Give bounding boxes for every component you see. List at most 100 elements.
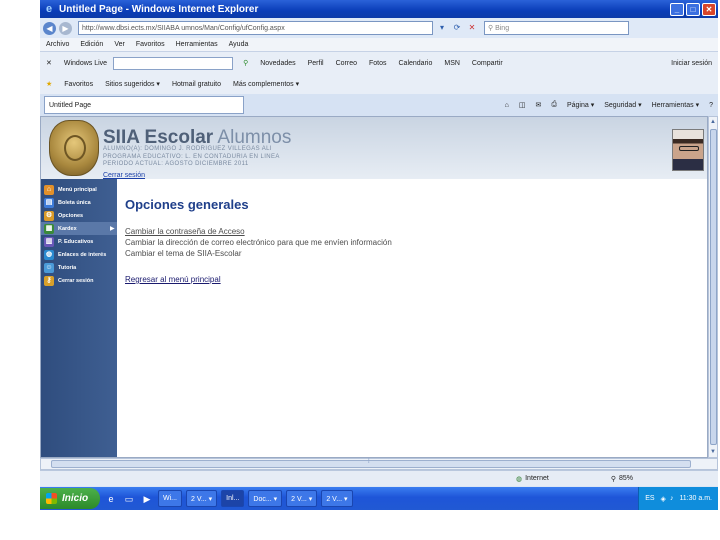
refresh-icon[interactable]: ⟳ <box>451 22 463 34</box>
search-icon: ⚲ <box>488 25 496 32</box>
back-to-main-menu-link[interactable]: Regresar al menú principal <box>125 275 685 284</box>
book-icon: ▥ <box>44 236 54 247</box>
sidebar-item-opciones[interactable]: ⚙ Opciones <box>41 209 117 222</box>
task-window-doc[interactable]: Doc... ▾ <box>248 490 283 507</box>
brand-bold: SIIA Escolar <box>103 127 214 148</box>
quicklaunch-folder-icon[interactable]: ▭ <box>122 492 136 506</box>
task-window-ie[interactable]: Inl... <box>221 490 245 507</box>
zoom-control[interactable]: ⚲ 85% <box>611 475 633 483</box>
task-label: 2 V... ▾ <box>291 495 313 503</box>
address-dropdown-icon[interactable]: ▾ <box>436 22 448 34</box>
live-item-perfil[interactable]: Perfil <box>308 60 324 67</box>
task-window-1[interactable]: Wi... <box>158 490 182 507</box>
horizontal-scrollbar[interactable]: ⁞ <box>40 458 718 470</box>
document-icon: ▤ <box>44 197 54 208</box>
start-button[interactable]: Inicio <box>40 488 100 509</box>
vertical-scrollbar[interactable]: ▲ ▼ <box>708 116 718 458</box>
search-placeholder: Bing <box>495 24 510 32</box>
windows-flag-icon <box>46 493 57 504</box>
menu-edicion[interactable]: Edición <box>80 41 103 48</box>
change-theme-link[interactable]: Cambiar el tema de SIIA-Escolar <box>125 248 685 259</box>
sidebar-item-p-educativos[interactable]: ▥ P. Educativos <box>41 235 117 248</box>
sidebar-item-enlaces[interactable]: ◍ Enlaces de interés <box>41 248 117 261</box>
live-item-msn[interactable]: MSN <box>444 60 460 67</box>
vertical-scroll-thumb[interactable] <box>710 129 717 445</box>
favorites-bar: ★ Favoritos Sitios sugeridos ▾ Hotmail g… <box>40 74 718 94</box>
task-window-5[interactable]: 2 V... ▾ <box>286 490 318 507</box>
sidebar-item-kardex[interactable]: ▦ Kardex <box>41 222 117 235</box>
student-photo <box>672 129 704 171</box>
forward-button[interactable]: ▶ <box>59 21 72 35</box>
live-item-correo[interactable]: Correo <box>336 60 357 67</box>
task-label: Wi... <box>163 495 177 502</box>
people-icon: ☺ <box>44 262 54 273</box>
task-window-6[interactable]: 2 V... ▾ <box>321 490 353 507</box>
sidebar-item-boleta-unica[interactable]: ▤ Boleta única <box>41 196 117 209</box>
cmd-herramientas[interactable]: Herramientas ▾ <box>652 101 699 109</box>
sidebar-item-menu-principal[interactable]: ⌂ Menú principal <box>41 183 117 196</box>
zoom-level: 85% <box>619 475 634 482</box>
live-item-calendario[interactable]: Calendario <box>399 60 433 67</box>
favorites-star-icon[interactable]: ★ <box>46 80 52 88</box>
live-signin-link[interactable]: Iniciar sesión <box>671 60 712 67</box>
brand-light: Alumnos <box>217 127 292 148</box>
menu-favoritos[interactable]: Favoritos <box>136 41 165 48</box>
stop-icon[interactable]: ✕ <box>466 22 478 34</box>
volume-icon[interactable]: ♪ <box>670 495 674 502</box>
menu-bar: Archivo Edición Ver Favoritos Herramient… <box>40 38 718 51</box>
live-search-input[interactable] <box>113 56 234 70</box>
feeds-icon[interactable]: ◫ <box>519 101 526 109</box>
toolbar-close-icon[interactable]: ✕ <box>46 59 52 67</box>
scroll-down-icon[interactable]: ▼ <box>709 447 717 457</box>
quicklaunch-media-icon[interactable]: ▶ <box>140 492 154 506</box>
horizontal-scroll-thumb[interactable] <box>51 460 691 468</box>
print-icon[interactable]: ⎙ <box>551 101 557 109</box>
maximize-button[interactable]: □ <box>686 2 700 16</box>
task-window-2[interactable]: 2 V... ▾ <box>186 490 218 507</box>
network-icon[interactable]: ◈ <box>661 495 666 503</box>
scroll-up-icon[interactable]: ▲ <box>709 117 717 127</box>
home-icon-button[interactable]: ⌂ <box>505 102 509 109</box>
address-url: http://www.dbsi.ects.mx/SIIABA umnos/Man… <box>82 24 285 32</box>
menu-archivo[interactable]: Archivo <box>46 41 69 48</box>
window-title: Untitled Page - Windows Internet Explore… <box>59 3 259 15</box>
live-search-icon[interactable]: ⚲ <box>243 59 248 67</box>
change-password-link[interactable]: Cambiar la contraseña de Acceso <box>125 226 685 237</box>
search-input[interactable]: ⚲ Bing <box>484 21 629 35</box>
globe-icon: ◍ <box>44 249 54 260</box>
screen: e Untitled Page - Windows Internet Explo… <box>40 0 718 510</box>
sidebar-item-cerrar-sesion[interactable]: ⚷ Cerrar sesión <box>41 274 117 287</box>
sidebar-item-tutoria[interactable]: ☺ Tutoría <box>41 261 117 274</box>
tab-title: Untitled Page <box>49 101 92 109</box>
task-label: 2 V... ▾ <box>191 495 213 503</box>
help-icon[interactable]: ? <box>709 102 713 109</box>
language-indicator[interactable]: ES <box>645 495 654 502</box>
back-button[interactable]: ◀ <box>43 21 56 35</box>
change-email-link[interactable]: Cambiar la dirección de correo electróni… <box>125 237 685 248</box>
menu-ayuda[interactable]: Ayuda <box>229 41 249 48</box>
live-item-novedades[interactable]: Novedades <box>260 60 295 67</box>
address-bar[interactable]: http://www.dbsi.ects.mx/SIIABA umnos/Man… <box>78 21 433 35</box>
web-page: SIIA Escolar Alumnos ALUMNO(A): DOMINGO … <box>40 116 708 458</box>
minimize-button[interactable]: _ <box>670 2 684 16</box>
cmd-pagina[interactable]: Página ▾ <box>567 101 594 109</box>
zoom-icon: ⚲ <box>610 475 616 483</box>
favorites-button[interactable]: Favoritos <box>64 81 93 88</box>
menu-herramientas[interactable]: Herramientas <box>176 41 218 48</box>
cmd-seguridad[interactable]: Seguridad ▾ <box>604 101 641 109</box>
fav-mas-complementos[interactable]: Más complementos ▾ <box>233 80 299 88</box>
fav-sitios-sugeridos[interactable]: Sitios sugeridos ▾ <box>105 80 160 88</box>
live-item-fotos[interactable]: Fotos <box>369 60 387 67</box>
menu-ver[interactable]: Ver <box>114 41 125 48</box>
header-logout-link[interactable]: Cerrar sesión <box>103 172 145 179</box>
tab-row: Untitled Page ⌂ ◫ ✉ ⎙ Página ▾ Seguridad… <box>40 94 718 116</box>
live-item-compartir[interactable]: Compartir <box>472 60 503 67</box>
sidebar-item-label: Enlaces de interés <box>58 251 107 258</box>
mail-icon[interactable]: ✉ <box>535 101 541 109</box>
close-button[interactable]: ✕ <box>702 2 716 16</box>
fav-hotmail[interactable]: Hotmail gratuito <box>172 81 221 88</box>
page-title: Opciones generales <box>125 197 249 212</box>
submenu-arrow-icon[interactable]: ▶ <box>110 225 115 232</box>
tab-untitled-page[interactable]: Untitled Page <box>44 96 244 114</box>
quicklaunch-ie-icon[interactable]: e <box>104 492 118 506</box>
